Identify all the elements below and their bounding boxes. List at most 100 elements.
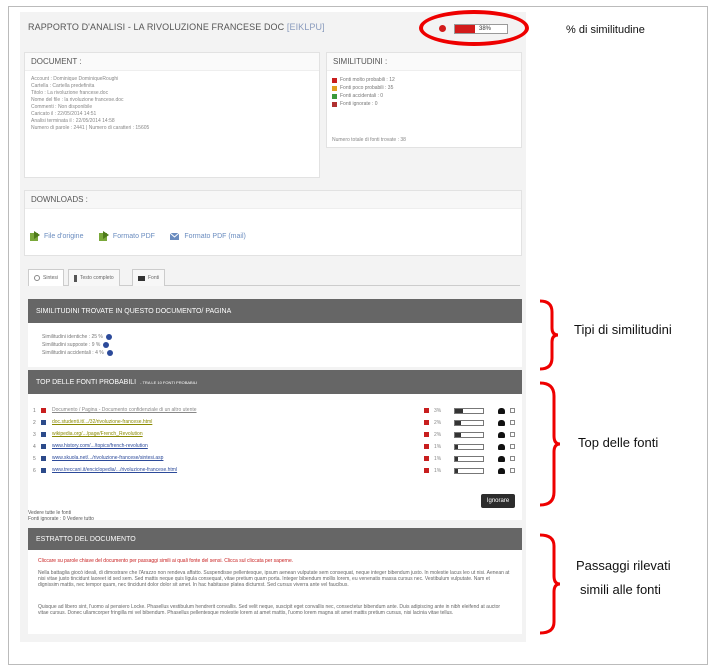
- tab-testo-label: Testo completo: [80, 275, 114, 281]
- view-icon[interactable]: [498, 456, 505, 462]
- similitudini-heading: SIMILITUDINI :: [327, 53, 521, 71]
- source-percent: 2%: [434, 420, 442, 426]
- ignore-checkbox[interactable]: [510, 408, 515, 413]
- source-row: 3 wikipedia.org/.../page/French_Revolutio…: [28, 430, 522, 440]
- similitudini-rows: Similitudini identiche : 25 % Similitudin…: [42, 333, 113, 357]
- tab-sintesi[interactable]: Sintesi: [28, 269, 65, 286]
- source-row: 5 www.skuola.net/.../rivoluzione-francese…: [28, 454, 522, 464]
- tab-fonti[interactable]: Fonti: [132, 269, 166, 286]
- similitudini-item-label: Fonti poco probabili : 35: [340, 85, 394, 91]
- similitudini-item: Fonti molto probabili : 12: [332, 76, 516, 84]
- source-rank: 2: [33, 420, 36, 426]
- estratto-paragraph-1: Nella battaglia giocò ideali, di dimostr…: [38, 570, 510, 588]
- similitudini-item-label: Fonti accidentali : 0: [340, 93, 384, 99]
- source-bar-fill: [455, 445, 458, 449]
- download-original-label: File d'origine: [44, 233, 84, 240]
- similarity-type-row: Similitudini supposte : 9 %: [42, 341, 113, 349]
- top-fonti-title: TOP DELLE FONTI PROBABILI: [36, 378, 137, 386]
- source-link[interactable]: www.history.com/.../topics/french-revolu…: [52, 443, 148, 449]
- source-bar-fill: [455, 457, 458, 461]
- source-checkbox[interactable]: [41, 444, 46, 449]
- view-icon[interactable]: [498, 432, 505, 438]
- source-row: 2 doc.studenti.it/.../32/rivoluzione-fran…: [28, 418, 522, 428]
- estratto-paragraph-2: Quisque ad libero sint, l'uomo al pensie…: [38, 604, 501, 616]
- callout-types: Tipi di similitudini: [574, 322, 672, 337]
- view-icon[interactable]: [498, 420, 505, 426]
- download-pdf[interactable]: Formato PDF: [98, 231, 155, 242]
- source-link[interactable]: wikipedia.org/.../page/French_Revolution: [52, 431, 143, 437]
- source-link[interactable]: www.skuola.net/.../rivoluzione-francese/…: [52, 455, 163, 461]
- source-bar: [454, 444, 484, 450]
- downloads-list: File d'origine Formato PDF Formato PDF (…: [29, 229, 256, 247]
- ignore-checkbox[interactable]: [510, 420, 515, 425]
- similitudini-section-heading: SIMILITUDINI TROVATE IN QUESTO DOCUMENTO…: [28, 299, 522, 323]
- similarity-type-label: Similitudini identiche : 25 %: [42, 334, 103, 340]
- ignore-checkbox[interactable]: [510, 432, 515, 437]
- info-icon[interactable]: [105, 334, 112, 340]
- flag-icon: [424, 444, 429, 449]
- download-pdf-label: Formato PDF: [112, 233, 155, 240]
- bracket-types: [539, 299, 559, 371]
- source-bar: [454, 432, 484, 438]
- source-row: 6 www.treccani.it/enciclopedia/.../rivolu…: [28, 466, 522, 476]
- callout-passages-2: simili alle fonti: [580, 582, 661, 597]
- view-icon[interactable]: [498, 408, 505, 414]
- source-bar-fill: [455, 433, 461, 437]
- source-percent: 1%: [434, 444, 442, 450]
- ignore-checkbox[interactable]: [510, 444, 515, 449]
- text-icon: [74, 274, 77, 282]
- source-checkbox[interactable]: [41, 468, 46, 473]
- view-icon[interactable]: [498, 468, 505, 474]
- document-detail-line: Nome del file : la rivoluzione francese.…: [31, 97, 124, 103]
- document-detail-line: Caricato il : 22/05/2014 14:51: [31, 111, 97, 117]
- flag-icon: [332, 77, 337, 83]
- tab-testo-completo[interactable]: Testo completo: [68, 269, 120, 286]
- ignore-button[interactable]: Ignorare: [481, 494, 515, 508]
- pdf-icon: [98, 231, 109, 241]
- download-pdf-mail[interactable]: Formato PDF (mail): [169, 231, 246, 242]
- source-link[interactable]: Documento / Pagina - Documento confidenz…: [52, 407, 197, 413]
- download-original[interactable]: File d'origine: [29, 231, 83, 242]
- source-checkbox[interactable]: [41, 420, 46, 425]
- downloads-heading: DOWNLOADS :: [25, 191, 521, 209]
- ignore-checkbox[interactable]: [510, 468, 515, 473]
- source-checkbox[interactable]: [41, 456, 46, 461]
- ignore-checkbox[interactable]: [510, 456, 515, 461]
- document-detail-line: Titolo : La rivoluzione francese.doc: [31, 90, 109, 96]
- similitudini-item: Fonti ignorate : 0: [332, 100, 516, 108]
- estratto-note: Cliccare su parole chiave del documento …: [38, 558, 294, 564]
- top-fonti-heading: TOP DELLE FONTI PROBABILI - TRA LE 10 FO…: [28, 370, 522, 394]
- source-checkbox[interactable]: [41, 432, 46, 437]
- info-icon[interactable]: [106, 350, 113, 356]
- flag-icon: [424, 456, 429, 461]
- similitudini-total: Numero totale di fonti trovate : 38: [332, 137, 406, 143]
- source-checkbox[interactable]: [41, 408, 46, 413]
- document-box: DOCUMENT : Account : Dominique Dominique…: [24, 52, 320, 178]
- source-rank: 6: [33, 468, 36, 474]
- info-icon[interactable]: [103, 342, 110, 348]
- similitudini-item: Fonti accidentali : 0: [332, 92, 516, 100]
- view-icon[interactable]: [498, 444, 505, 450]
- similitudini-item-label: Fonti molto probabili : 12: [340, 77, 395, 83]
- tab-sintesi-label: Sintesi: [43, 275, 59, 281]
- source-percent: 2%: [434, 432, 442, 438]
- source-bar: [454, 408, 484, 414]
- document-detail-line: Analisi terminata il : 22/05/2014 14:58: [31, 118, 115, 124]
- source-percent: 3%: [434, 408, 442, 414]
- source-link[interactable]: www.treccani.it/enciclopedia/.../rivoluz…: [52, 467, 177, 473]
- ignored-sources-link[interactable]: Fonti ignorate : 0 Vedere tutto: [28, 516, 94, 523]
- report-tabs: Sintesi Testo completo Fonti: [28, 266, 520, 286]
- source-bar: [454, 420, 484, 426]
- top-fonti-section: 1 Documento / Pagina - Documento confiden…: [28, 394, 522, 520]
- similitudini-box: SIMILITUDINI : Fonti molto probabili : 1…: [326, 52, 522, 148]
- similitudini-section: Similitudini identiche : 25 % Similitudin…: [28, 323, 522, 367]
- source-rank: 1: [33, 408, 36, 414]
- callout-similarity: % di similitudine: [566, 24, 645, 36]
- similarity-type-label: Similitudini supposte : 9 %: [42, 342, 101, 348]
- source-link[interactable]: doc.studenti.it/.../32/rivoluzione-franc…: [52, 419, 152, 425]
- source-rank: 5: [33, 456, 36, 462]
- downloads-box: DOWNLOADS : File d'origine Formato PDF F…: [24, 190, 522, 256]
- flag-icon: [424, 408, 429, 413]
- similarity-type-row: Similitudini identiche : 25 %: [42, 333, 113, 341]
- source-row: 1 Documento / Pagina - Documento confiden…: [28, 406, 522, 416]
